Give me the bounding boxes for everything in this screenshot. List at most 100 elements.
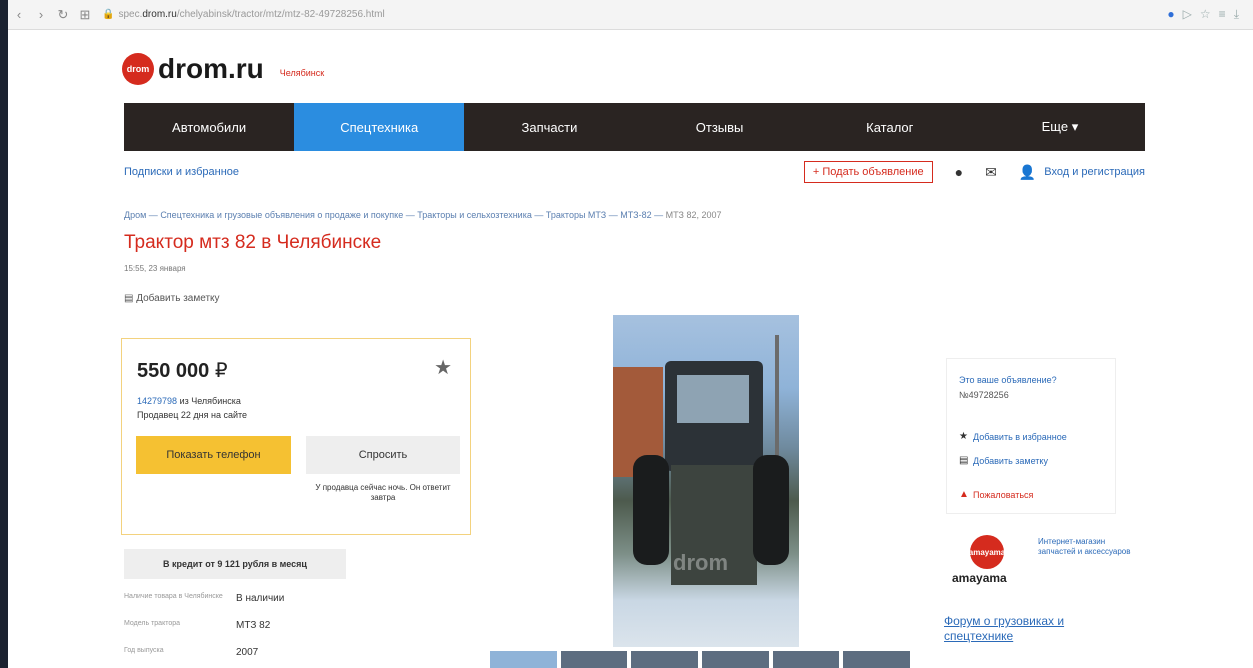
spec-value: МТЗ 82 [236,620,271,631]
logo-mark-icon: drom [122,53,154,85]
seller-city: из Челябинска [179,396,241,406]
menu-icon[interactable]: ≡ [1219,7,1226,22]
ad-number: №49728256 [959,390,1009,400]
breadcrumb-sep: — [146,210,161,220]
lock-icon: 🔒 [102,9,115,20]
toolbar-icon[interactable]: ● [1167,7,1174,22]
credit-button[interactable]: В кредит от 9 121 рубля в месяц [124,549,346,579]
post-date: 15:55, 23 января [124,264,186,273]
report-link[interactable]: ▲ Пожаловаться [959,489,1033,500]
menu-item-catalog[interactable]: Каталог [805,103,975,151]
seller-line: 14279798 из Челябинска [137,396,241,406]
forum-link[interactable]: Форум о грузовиках и спецтехнике [944,614,1124,644]
thumbnail[interactable] [843,651,911,668]
page: drom drom.ru Челябинск Автомобили Спецте… [8,31,1253,668]
thumbnail[interactable] [560,651,628,668]
menu-item-parts[interactable]: Запчасти [464,103,634,151]
browser-tools: ● ▷ ☆ ≡ ⤓ [1167,7,1239,22]
reload-icon[interactable]: ↻ [52,7,74,23]
specs-table: Наличие товара в Челябинске В наличии Мод… [124,593,284,668]
seller-night-note: У продавца сейчас ночь. Он ответит завтр… [315,483,451,502]
show-phone-button[interactable]: Показать телефон [136,436,291,474]
forward-icon[interactable]: › [30,7,52,22]
star-icon: ★ [959,431,968,442]
tractor-glass [677,375,749,423]
spec-key: Наличие товара в Челябинске [124,593,223,600]
breadcrumb-sep: — [651,210,666,220]
breadcrumb-item[interactable]: Тракторы и сельхозтехника [417,210,532,220]
spec-row: Наличие товара в Челябинске В наличии [124,593,284,620]
back-icon[interactable]: ‹ [8,7,30,22]
favorite-star-icon[interactable]: ★ [434,355,452,380]
report-label: Пожаловаться [973,489,1034,500]
owner-question[interactable]: Это ваше объявление? [959,375,1057,385]
browser-toolbar: ‹ › ↻ ⊞ 🔒 spec. drom.ru/chelyabinsk/tract… [8,0,1253,30]
user-icon: 👤 [1018,163,1037,180]
spec-key: Модель трактора [124,620,181,627]
breadcrumb-sep: — [606,210,621,220]
download-icon[interactable]: ⤓ [1234,7,1239,22]
bookmark-icon[interactable]: ☆ [1200,7,1211,22]
breadcrumb-sep: — [403,210,418,220]
tractor-wheel [633,455,669,565]
menu-item-cars[interactable]: Автомобили [124,103,294,151]
menu-item-special[interactable]: Спецтехника [294,103,465,151]
add-favorite-label: Добавить в избранное [973,431,1067,442]
amayama-logo-icon: amayama [968,535,1006,569]
thumbnail[interactable] [490,651,557,668]
amayama-mark: amayama [968,547,1006,557]
amayama-text: Интернет-магазин запчастей и аксессуаров [1038,537,1131,556]
currency: ₽ [214,360,228,382]
photo-thumbnails [490,651,911,668]
price: 550 000 ₽ [137,358,228,383]
add-note-label: Добавить заметку [136,293,220,304]
url-host: drom.ru [142,9,177,20]
add-note-link[interactable]: ▤ Добавить заметку [124,293,220,304]
breadcrumb-item[interactable]: Спецтехника и грузовые объявления о прод… [160,210,403,220]
breadcrumb-current: МТЗ 82, 2007 [665,210,722,220]
address-bar[interactable]: 🔒 spec. drom.ru/chelyabinsk/tractor/mtz/m… [102,9,1167,20]
add-favorite-link[interactable]: ★ Добавить в избранное [959,431,1067,442]
thumbnail[interactable] [702,651,769,668]
login-link[interactable]: Вход и регистрация [1044,166,1145,178]
desktop-edge [0,0,8,668]
spec-row: Модель трактора МТЗ 82 [124,620,284,647]
spec-row: Год выпуска 2007 [124,647,284,668]
breadcrumb-item[interactable]: Дром [124,210,146,220]
warning-icon: ▲ [959,489,969,500]
logo-text: drom.ru [158,53,264,84]
note-icon: ▤ [124,293,134,304]
price-value: 550 000 [137,360,210,382]
seller-age: Продавец 22 дня на сайте [137,410,248,420]
pole-shape [775,335,779,465]
spec-value: В наличии [236,593,285,604]
site-logo[interactable]: drom drom.ru Челябинск [122,53,324,85]
subscriptions-link[interactable]: Подписки и избранное [124,166,239,178]
toolbar-icon[interactable]: ▷ [1183,7,1192,22]
city-selector[interactable]: Челябинск [280,68,324,78]
breadcrumb-sep: — [531,210,546,220]
spec-key: Год выпуска [124,647,164,654]
owner-box: Это ваше объявление? №49728256 ★ Добавить… [946,358,1116,514]
spec-value: 2007 [236,647,259,658]
breadcrumb-item[interactable]: МТЗ-82 [620,210,651,220]
thumbnail[interactable] [631,651,699,668]
note-icon: ▤ [959,455,969,466]
url-path: /chelyabinsk/tractor/mtz/mtz-82-49728256… [176,9,385,20]
thumbnail[interactable] [772,651,840,668]
post-ad-button[interactable]: + Подать объявление [803,161,933,183]
mail-icon[interactable]: ✉ [985,164,997,181]
main-photo[interactable]: drom [613,315,799,647]
ask-button[interactable]: Спросить [306,436,460,474]
page-title: Трактор мтз 82 в Челябинске [124,232,382,253]
menu-item-more[interactable]: Еще ▾ [975,103,1145,151]
grid-icon[interactable]: ⊞ [74,7,96,23]
logo-mark-text: drom [126,64,150,74]
menu-item-reviews[interactable]: Отзывы [635,103,805,151]
sub-bar: Подписки и избранное + Подать объявление… [124,159,1145,185]
amayama-ad[interactable]: amayama amayama Интернет-магазин запчаст… [952,529,1142,589]
add-note-side-link[interactable]: ▤ Добавить заметку [959,455,1048,466]
breadcrumb-item[interactable]: Тракторы МТЗ [546,210,606,220]
seller-id-link[interactable]: 14279798 [137,396,177,406]
help-icon[interactable]: ● [955,164,963,180]
